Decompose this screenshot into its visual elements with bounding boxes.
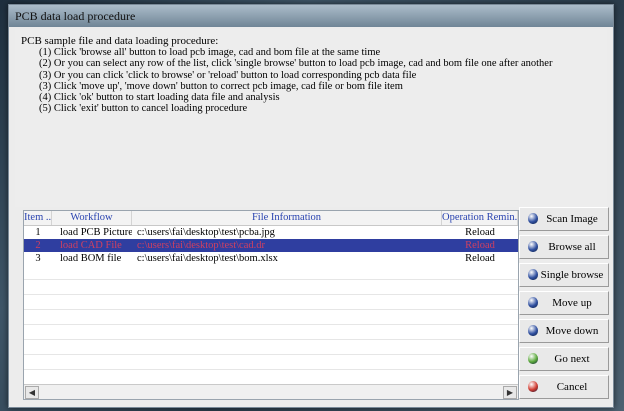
window-title: PCB data load procedure [15, 9, 136, 23]
cell-operation[interactable]: Reload [442, 252, 518, 265]
button-label: Browse all [548, 241, 596, 253]
cell-operation[interactable]: Reload [442, 226, 518, 239]
row-divider [24, 324, 518, 325]
green-sphere-icon [528, 353, 538, 364]
red-sphere-icon [528, 381, 538, 392]
row-divider [24, 354, 518, 355]
instructions-panel: PCB sample file and data loading procedu… [15, 29, 607, 207]
cell-file: c:\users\fai\desktop\test\cad.dr [137, 240, 266, 251]
cell-file: c:\users\fai\desktop\test\pcba.jpg [137, 227, 275, 238]
scroll-left-arrow-icon[interactable]: ◀ [25, 386, 39, 399]
horizontal-scrollbar[interactable]: ◀ ▶ [24, 384, 518, 399]
workflow-table[interactable]: Item ... Workflow File Information Opera… [23, 210, 519, 400]
row-divider [24, 369, 518, 370]
button-label: Go next [554, 353, 590, 365]
cell-workflow: load BOM file [60, 253, 122, 264]
instruction-step: (4) Click 'ok' button to start loading d… [39, 92, 280, 104]
row-divider [24, 339, 518, 340]
cancel-button[interactable]: Cancel [519, 375, 609, 399]
instruction-step: (3) Click 'move up', 'move down' button … [39, 80, 403, 92]
move-down-button[interactable]: Move down [519, 319, 609, 343]
cell-item: 3 [35, 253, 41, 264]
action-button-panel: Scan Image Browse all Single browse Move… [519, 205, 611, 405]
table-row[interactable]: 3 load BOM file c:\users\fai\desktop\tes… [24, 252, 518, 265]
table-row[interactable]: 1 load PCB Picture c:\users\fai\desktop\… [24, 226, 518, 239]
row-divider [24, 279, 518, 280]
row-divider [24, 309, 518, 310]
cell-workflow: load CAD File [60, 240, 122, 251]
title-bar[interactable]: PCB data load procedure [9, 5, 613, 27]
button-label: Single browse [540, 269, 604, 281]
cell-file: c:\users\fai\desktop\test\bom.xlsx [137, 253, 278, 264]
single-browse-button[interactable]: Single browse [519, 263, 609, 287]
table-header: Item ... Workflow File Information Opera… [24, 211, 518, 226]
pcb-load-dialog: PCB data load procedure PCB sample file … [8, 4, 614, 408]
button-label: Move up [552, 297, 592, 309]
move-up-button[interactable]: Move up [519, 291, 609, 315]
scroll-right-arrow-icon[interactable]: ▶ [503, 386, 517, 399]
browse-all-button[interactable]: Browse all [519, 235, 609, 259]
blue-sphere-icon [528, 297, 538, 308]
column-header-item[interactable]: Item ... [24, 211, 52, 225]
column-header-file-information[interactable]: File Information [132, 211, 442, 225]
column-header-operation-reminder[interactable]: Operation Remin... [442, 211, 518, 225]
button-label: Cancel [556, 381, 588, 393]
button-label: Scan Image [546, 213, 598, 225]
button-label: Move down [545, 325, 599, 337]
blue-sphere-icon [528, 269, 538, 280]
scan-image-button[interactable]: Scan Image [519, 207, 609, 231]
go-next-button[interactable]: Go next [519, 347, 609, 371]
blue-sphere-icon [528, 213, 538, 224]
instruction-step: (5) Click 'exit' button to cancel loadin… [39, 103, 248, 115]
table-row-selected[interactable]: 2 load CAD File c:\users\fai\desktop\tes… [24, 239, 518, 252]
row-divider [24, 294, 518, 295]
column-header-workflow[interactable]: Workflow [52, 211, 132, 225]
instructions-list: (1) Click 'browse all' button to load pc… [39, 47, 552, 115]
blue-sphere-icon [528, 325, 538, 336]
instruction-step: (2) Or you can select any row of the lis… [39, 58, 553, 70]
cell-item: 1 [35, 227, 41, 238]
cell-item: 2 [35, 240, 41, 251]
blue-sphere-icon [528, 241, 538, 252]
cell-operation[interactable]: Reload [442, 239, 518, 252]
instruction-step: (3) Or you can click 'click to browse' o… [39, 69, 417, 81]
instructions-heading: PCB sample file and data loading procedu… [21, 35, 219, 47]
cell-workflow: load PCB Picture [60, 227, 132, 238]
instruction-step: (1) Click 'browse all' button to load pc… [39, 47, 381, 58]
